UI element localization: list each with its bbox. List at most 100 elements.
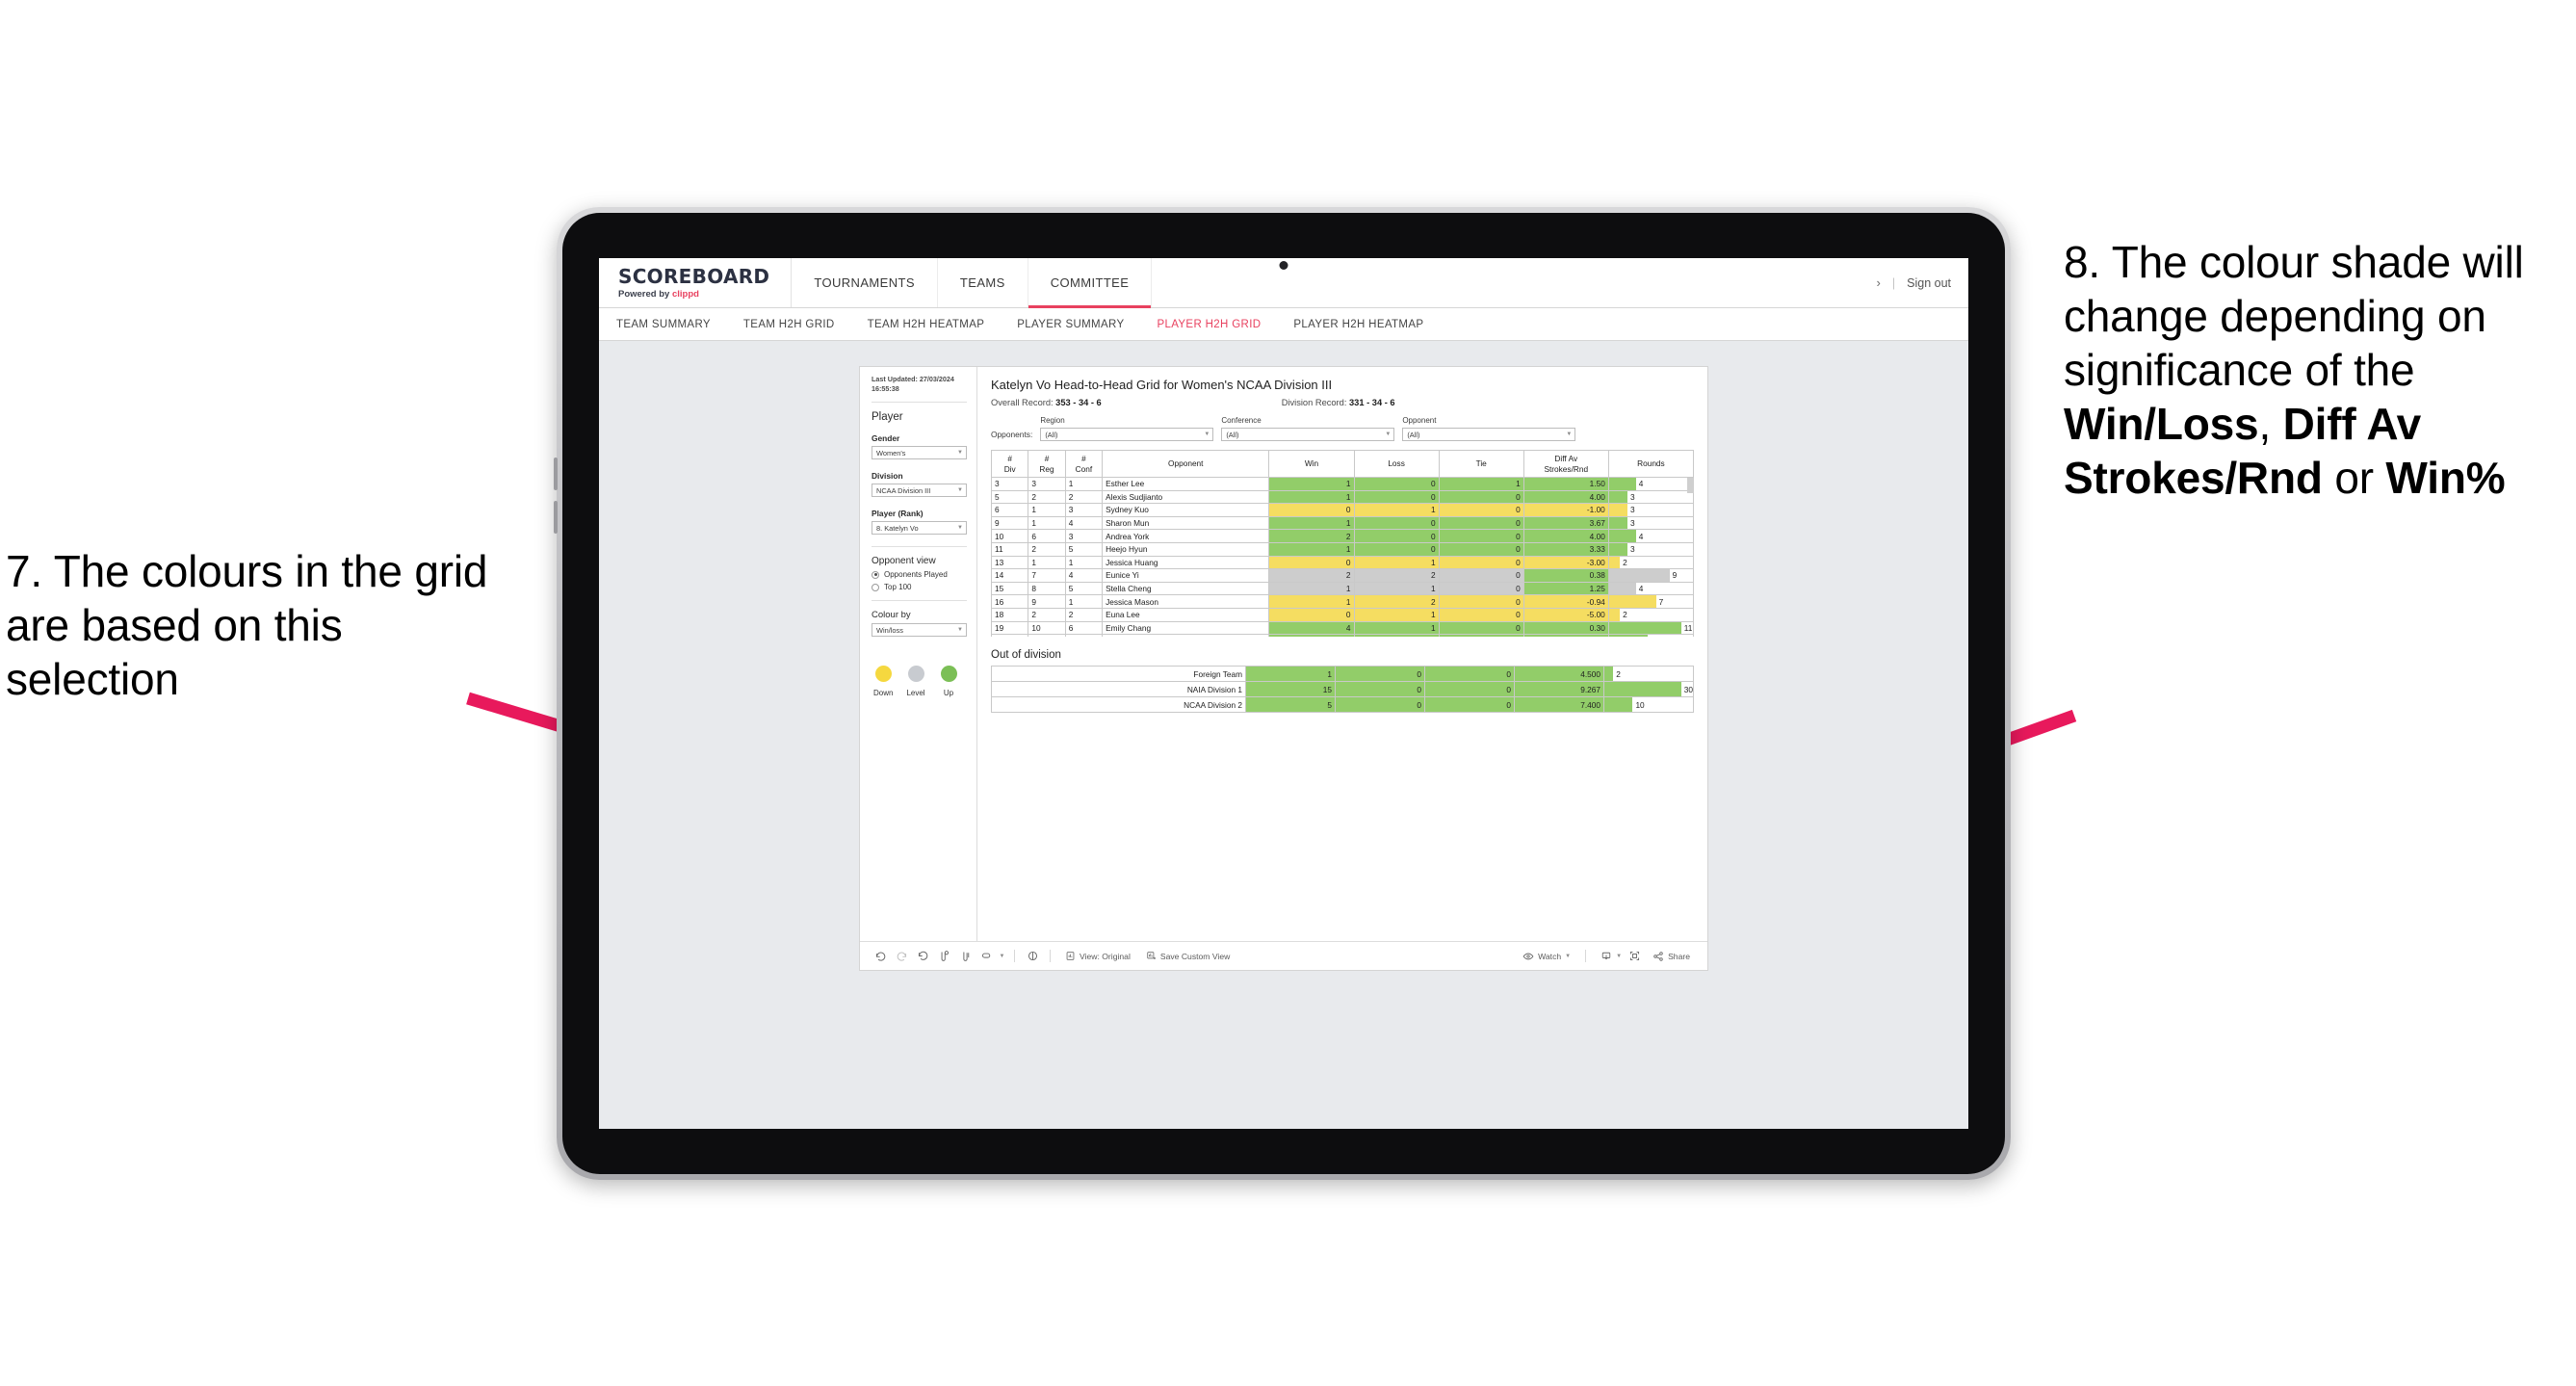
pause-updates-icon[interactable] [954,946,976,967]
table-row[interactable]: 11 2 5 Heejo Hyun 1 0 0 3.33 3 [991,541,1694,557]
radio-top-100[interactable]: Top 100 [872,583,967,591]
fullscreen-icon[interactable] [1624,946,1645,967]
cell-rounds: 3 [1607,541,1694,557]
sign-out-button[interactable]: Sign out [1907,276,1951,290]
cell-name: NAIA Division 1 [991,681,1246,697]
cell-loss: 0 [1353,477,1440,491]
tab-team-summary[interactable]: TEAM SUMMARY [616,319,711,330]
cell-win: 2 [1268,529,1355,543]
brand-logo[interactable]: SCOREBOARD Powered by clippd [599,258,793,307]
select-division[interactable]: NCAA Division III ▼ [872,484,967,498]
tab-player-h2h-heatmap[interactable]: PLAYER H2H HEATMAP [1293,319,1423,330]
out-of-division-row[interactable]: NAIA Division 1 15 0 0 9.267 30 [991,681,1694,697]
cell-conf: 2 [1064,489,1104,505]
highlight-icon[interactable] [976,946,997,967]
radio-icon-unselected [872,583,879,591]
viz-toolbar: ▼ View: Original Save Custom View Watch … [860,941,1707,970]
cell-div: 19 [991,620,1029,636]
refresh-data-icon[interactable] [933,946,954,967]
cell-diff: 4.00 [1522,489,1609,505]
cell-tie: 0 [1438,541,1524,557]
radio-opponents-played[interactable]: Opponents Played [872,570,967,579]
chevron-down-icon: ▼ [957,525,963,532]
opponents-label: Opponents: [991,430,1033,439]
chevron-right-icon[interactable]: › [1877,275,1881,290]
table-row[interactable]: 13 1 1 Jessica Huang 0 1 0 -3.00 2 [991,555,1694,570]
watch-button[interactable]: Watch ▼ [1515,951,1578,962]
table-row[interactable]: 9 1 4 Sharon Mun 1 0 0 3.67 3 [991,515,1694,531]
tab-player-summary[interactable]: PLAYER SUMMARY [1017,319,1124,330]
cell-opponent: Emily Chang [1102,620,1270,636]
cell-div: 16 [991,594,1029,609]
dashboard-area: Last Updated: 27/03/2024 16:55:38 Player… [599,341,1968,1128]
device-preview-icon[interactable] [1022,946,1043,967]
cell-div: 20 [991,634,1029,637]
view-original-button[interactable]: View: Original [1057,951,1138,961]
select-opponent-value: (All) [1407,430,1420,439]
legend-dot-level [907,666,924,683]
brand-clippd-text: clippd [671,288,699,300]
nav-item-committee[interactable]: COMMITTEE [1028,258,1153,308]
highlight-dropdown-icon[interactable]: ▼ [997,946,1007,967]
table-row[interactable]: 19 10 6 Emily Chang 4 1 0 0.30 11 [991,620,1694,636]
select-region[interactable]: (All) ▼ [1040,428,1214,441]
col-opponent: Opponent [1102,450,1270,478]
table-row[interactable]: 18 2 2 Euna Lee 0 1 0 -5.00 2 [991,607,1694,622]
out-of-division-row[interactable]: NCAA Division 2 5 0 0 7.400 10 [991,696,1694,713]
cell-tie: 0 [1438,620,1524,636]
table-row[interactable]: 6 1 3 Sydney Kuo 0 1 0 -1.00 3 [991,503,1694,517]
cell-reg: 8 [1028,581,1066,596]
cell-tie: 0 [1438,515,1524,531]
h2h-table-viewport: # Div # Reg # Conf Opponent Win Loss Tie Di… [991,450,1694,637]
opponent-filter-row: Opponents: Region (All) ▼ Conference (Al… [991,416,1694,441]
table-row[interactable]: 15 8 5 Stella Cheng 1 1 0 1.25 4 [991,581,1694,596]
col-tie: Tie [1438,450,1524,478]
redo-icon[interactable] [891,946,912,967]
annotation-8-bold3: Win% [2385,453,2506,504]
table-row[interactable]: 3 3 1 Esther Lee 1 0 1 1.50 4 [991,477,1694,491]
nav-item-tournaments[interactable]: TOURNAMENTS [792,258,938,307]
select-player-rank[interactable]: 8. Katelyn Vo ▼ [872,521,967,536]
select-gender[interactable]: Women's ▼ [872,446,967,460]
cell-diff: 3.33 [1522,541,1609,557]
col-conf-l1: # [1081,454,1086,464]
col-diff: Diff Av Strokes/Rnd [1522,450,1609,478]
table-row[interactable]: 10 6 3 Andrea York 2 0 0 4.00 4 [991,529,1694,543]
undo-icon[interactable] [870,946,891,967]
select-opponent[interactable]: (All) ▼ [1402,428,1576,441]
table-row[interactable]: 20117Federica Domecq Lacroze2101.336 [991,634,1694,637]
table-row[interactable]: 14 7 4 Eunice Yi 2 2 0 0.38 9 [991,568,1694,583]
nav-item-teams[interactable]: TEAMS [938,258,1028,307]
cell-reg: 3 [1028,477,1066,491]
share-button[interactable]: Share [1645,951,1698,962]
download-button[interactable]: ▼ [1593,951,1624,962]
save-custom-view-button[interactable]: Save Custom View [1138,951,1237,961]
cell-opponent: Andrea York [1102,529,1270,543]
cell-div: 6 [991,503,1029,517]
brand-powered-text: Powered by [618,288,672,300]
select-conference[interactable]: (All) ▼ [1221,428,1395,441]
annotation-8-bold1: Win/Loss [2064,399,2259,450]
tab-team-h2h-grid[interactable]: TEAM H2H GRID [743,319,835,330]
select-colour-by[interactable]: Win/loss ▼ [872,623,967,638]
panel-divider-3 [872,600,967,602]
cell-opponent: Sharon Mun [1102,515,1270,531]
cell-diff: 9.267 [1514,681,1604,697]
table-scrollbar[interactable] [1687,478,1694,493]
revert-icon[interactable] [912,946,933,967]
col-rounds: Rounds [1607,450,1694,478]
cell-win: 0 [1268,555,1355,570]
tab-player-h2h-grid[interactable]: PLAYER H2H GRID [1157,319,1261,330]
cell-opponent: Esther Lee [1102,477,1270,491]
table-row[interactable]: 5 2 2 Alexis Sudjianto 1 0 0 4.00 3 [991,489,1694,505]
tab-team-h2h-heatmap[interactable]: TEAM H2H HEATMAP [868,319,985,330]
cell-loss: 0 [1353,529,1440,543]
cell-div: 18 [991,607,1029,622]
out-of-division-row[interactable]: Foreign Team 1 0 0 4.500 2 [991,666,1694,682]
nav-label-teams: TEAMS [959,275,1005,290]
cell-opponent: Alexis Sudjianto [1102,489,1270,505]
field-gender: Gender Women's ▼ [872,433,967,460]
cell-tie: 0 [1438,594,1524,609]
table-row[interactable]: 16 9 1 Jessica Mason 1 2 0 -0.94 7 [991,594,1694,609]
cell-loss: 1 [1353,555,1440,570]
